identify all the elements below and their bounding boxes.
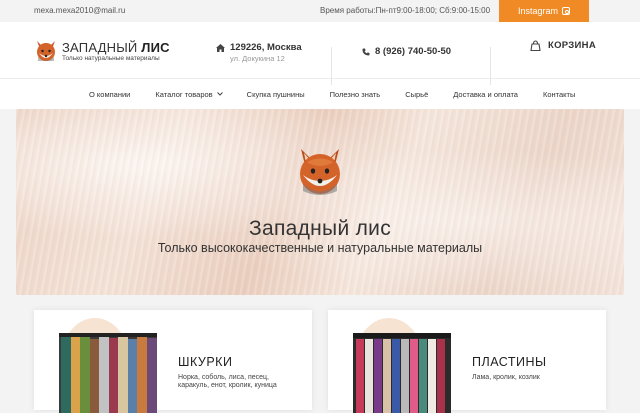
- card-description: Лама, кролик, козлик: [472, 374, 540, 381]
- chevron-down-icon: [216, 92, 223, 96]
- divider: [331, 47, 332, 85]
- shopping-bag-icon: [530, 40, 541, 51]
- category-card-skins[interactable]: ШКУРКИ Норка, соболь, лиса, песец, карак…: [34, 310, 312, 413]
- fox-emblem-icon: [300, 149, 340, 195]
- hero-banner: Западный лис Только высококачественные и…: [16, 109, 624, 295]
- nav-item-about[interactable]: О компании: [89, 90, 130, 99]
- nav-item-raw-materials[interactable]: Сырьё: [405, 90, 428, 99]
- top-bar: mexa.mexa2010@mail.ru Время работы:Пн-пт…: [0, 0, 640, 22]
- address-block: 129226, Москва ул. Докукина 12: [216, 42, 302, 63]
- working-hours: Время работы:Пн-пт9:00-18:00; Сб:9:00-15…: [320, 6, 491, 15]
- address-city: 129226, Москва: [216, 42, 302, 53]
- card-title: ШКУРКИ: [178, 355, 233, 369]
- instagram-button[interactable]: Instagram: [499, 0, 589, 22]
- address-street: ул. Докукина 12: [230, 54, 285, 63]
- home-icon: [216, 43, 225, 52]
- hero-subtitle: Только высококачественные и натуральные …: [157, 241, 483, 255]
- phone-number[interactable]: 8 (926) 740-50-50: [362, 46, 451, 57]
- instagram-icon: [562, 7, 571, 15]
- category-card-plates[interactable]: ПЛАСТИНЫ Лама, кролик, козлик: [328, 310, 606, 413]
- logo-subtitle: Только натуральные материалы: [62, 54, 160, 62]
- nav-item-contacts[interactable]: Контакты: [543, 90, 575, 99]
- main-nav: О компании Каталог товаров Скупка пушнин…: [0, 79, 640, 109]
- nav-item-delivery[interactable]: Доставка и оплата: [453, 90, 518, 99]
- divider: [490, 47, 491, 85]
- site-logo[interactable]: ЗАПАДНЫЙ ЛИС Только натуральные материал…: [34, 39, 170, 63]
- instagram-label: Instagram: [517, 6, 559, 16]
- fur-texture-background: [16, 109, 624, 295]
- phone-icon: [362, 48, 370, 55]
- nav-item-useful-info[interactable]: Полезно знать: [330, 90, 381, 99]
- contact-email[interactable]: mexa.mexa2010@mail.ru: [34, 6, 125, 15]
- card-title: ПЛАСТИНЫ: [472, 355, 547, 369]
- logo-title: ЗАПАДНЫЙ ЛИС: [62, 39, 170, 55]
- nav-item-catalog[interactable]: Каталог товаров: [155, 90, 223, 99]
- hero-title: Западный лис: [248, 217, 391, 240]
- cart-link[interactable]: КОРЗИНА: [530, 40, 596, 51]
- skins-photo: [59, 333, 157, 413]
- nav-item-fur-buying[interactable]: Скупка пушнины: [247, 90, 305, 99]
- fox-logo-icon: [37, 41, 55, 61]
- card-description: Норка, соболь, лиса, песец, каракуль, ен…: [178, 374, 277, 389]
- plates-photo: [353, 333, 451, 413]
